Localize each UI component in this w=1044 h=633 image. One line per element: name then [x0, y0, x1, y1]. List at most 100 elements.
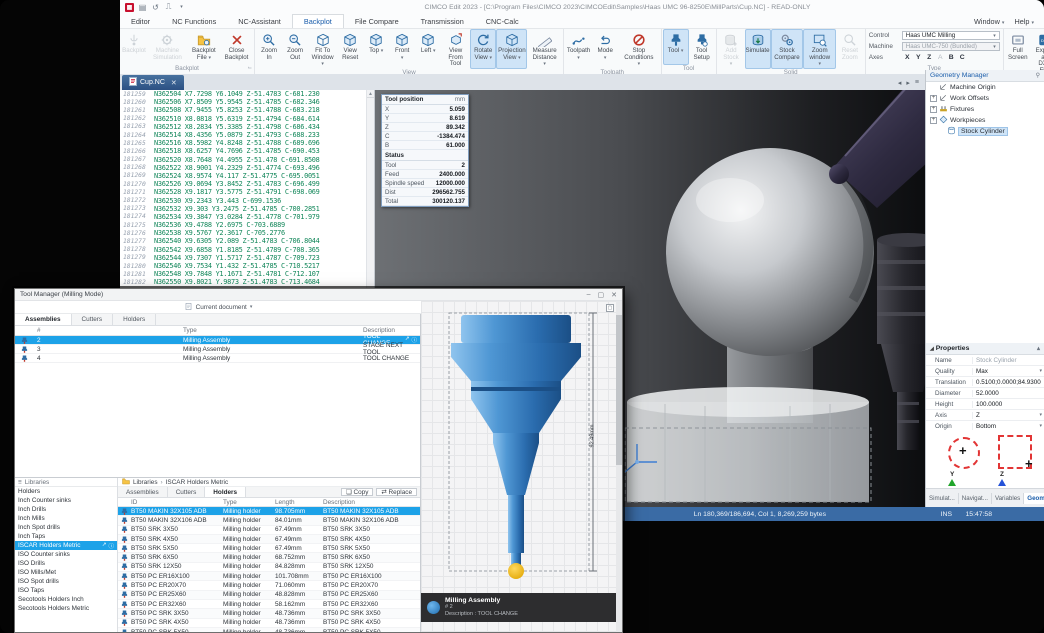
axis-toggle-b[interactable]: B — [946, 54, 957, 61]
library-item-iso-spot-drills[interactable]: ISO Spot drills — [15, 577, 117, 586]
code-line[interactable]: 181279N362544 X9.7307 Y1.5717 Z-51.4787 … — [120, 254, 374, 262]
axis-toggle-z[interactable]: Z — [924, 54, 935, 61]
code-line[interactable]: 181281N362548 X9.7848 Y1.1671 Z-51.4781 … — [120, 270, 374, 278]
ribbon-button-full-screen[interactable]: Full Screen — [1005, 29, 1031, 74]
holders-tab-assemblies[interactable]: Assemblies — [118, 487, 168, 497]
breadcrumb[interactable]: Libraries › ISCAR Holders Metric — [118, 478, 420, 487]
code-line[interactable]: 181282N362550 X9.8021 Y.9873 Z-51.4783 C… — [120, 278, 374, 286]
library-item-inch-counter-sinks[interactable]: Inch Counter sinks — [15, 496, 117, 505]
code-line[interactable]: 181261N362508 X7.9455 Y5.8253 Z-51.4788 … — [120, 106, 374, 114]
properties-header[interactable]: ◢ Properties ▴ — [926, 343, 1044, 355]
holder-row[interactable]: BT50 PC ER32X60Milling holder58.162mmBT5… — [118, 600, 420, 609]
save-icon[interactable]: ▤ — [138, 3, 147, 12]
tree-item-fixtures[interactable]: +Fixtures — [926, 104, 1044, 115]
holder-row[interactable]: BT50 SRK 6X50Milling holder68.752mmBT50 … — [118, 553, 420, 562]
ribbon-button-zoom-window[interactable]: Zoom window ▾ — [803, 29, 836, 69]
code-line[interactable]: 181267N362520 X8.7648 Y4.4955 Z-51.478 C… — [120, 156, 374, 164]
library-item-iso-taps[interactable]: ISO Taps — [15, 586, 117, 595]
holder-row[interactable]: BT50 PC SRK 3X50Milling holder48.736mmBT… — [118, 609, 420, 618]
menu-tab-backplot[interactable]: Backplot — [292, 14, 344, 28]
code-line[interactable]: 181266N362518 X8.6257 Y4.7696 Z-51.4785 … — [120, 147, 374, 155]
tm-tab-holders[interactable]: Holders — [113, 314, 156, 325]
tree-item-work-offsets[interactable]: +Work Offsets — [926, 93, 1044, 104]
ribbon-button-zoom-out[interactable]: Zoom Out — [282, 29, 308, 69]
scroll-up-icon[interactable]: ▲ — [367, 90, 374, 98]
library-item-inch-drills[interactable]: Inch Drills — [15, 505, 117, 514]
scroll-up-icon[interactable]: ▴ — [1037, 345, 1040, 352]
ribbon-button-zoom-in[interactable]: Zoom In — [256, 29, 282, 69]
document-tab[interactable]: Cup.NC ✕ — [122, 75, 184, 90]
holders-tab-cutters[interactable]: Cutters — [168, 487, 206, 497]
control-select[interactable]: Haas UMC Milling▾ — [902, 31, 1000, 40]
library-item-iso-counter-sinks[interactable]: ISO Counter sinks — [15, 550, 117, 559]
tab-menu-icon[interactable]: ≡ — [915, 79, 919, 87]
holder-row[interactable]: BT50 SRK 4X50Milling holder67.49mmBT50 S… — [118, 535, 420, 544]
ribbon-button-stock-compare[interactable]: Stock Compare — [771, 29, 804, 69]
tool-manager-title-bar[interactable]: Tool Manager (Milling Mode) – ▢ ✕ — [15, 289, 622, 301]
ribbon-button-tool-setup[interactable]: Tool Setup — [689, 29, 715, 65]
caret-down-icon[interactable]: ▾ — [177, 3, 186, 12]
library-item-secotools-holders-metric[interactable]: Secotools Holders Metric — [15, 604, 117, 613]
holders-tab-holders[interactable]: Holders — [205, 487, 246, 497]
holder-row[interactable]: BT50 PC ER16X100Milling holder101.708mmB… — [118, 572, 420, 581]
code-line[interactable]: 181273N362532 X9.303 Y3.2475 Z-51.4785 C… — [120, 205, 374, 213]
ribbon-button-simulate[interactable]: Simulate — [745, 29, 771, 69]
library-item-iso-drills[interactable]: ISO Drills — [15, 559, 117, 568]
code-line[interactable]: 181276N362538 X9.5767 Y2.3617 C-705.2776 — [120, 229, 374, 237]
tm-tab-cutters[interactable]: Cutters — [72, 314, 114, 325]
tree-item-workpieces[interactable]: +Workpieces — [926, 115, 1044, 126]
ribbon-button-tool[interactable]: Tool ▾ — [663, 29, 689, 65]
ribbon-button-top[interactable]: Top ▾ — [363, 29, 389, 69]
code-line[interactable]: 181259N362504 X7.7298 Y6.1049 Z-51.4783 … — [120, 90, 374, 98]
property-row-axis[interactable]: AxisZ▾ — [926, 410, 1044, 421]
holder-row[interactable]: BT50 SRK 12X50Milling holder84.828mmBT50… — [118, 563, 420, 572]
tool-preview-viewport[interactable]: ▢ — [421, 301, 622, 632]
menu-tab-nc-assistant[interactable]: NC-Assistant — [227, 14, 292, 28]
property-row-translation[interactable]: Translation0.5100;0.0000;84.9300 — [926, 377, 1044, 388]
tab-scroll-right-icon[interactable]: ▸ — [906, 79, 910, 87]
copy-button[interactable]: ❏ Copy — [341, 488, 373, 496]
expand-icon[interactable]: + — [930, 95, 937, 102]
close-tab-icon[interactable]: ✕ — [171, 79, 177, 87]
axis-toggle-c[interactable]: C — [957, 54, 968, 61]
code-line[interactable]: 181272N362530 X9.2343 Y3.443 C-699.1536 — [120, 196, 374, 204]
menu-icon[interactable]: ≡ — [18, 479, 22, 486]
assembly-row[interactable]: 2Milling AssemblyTOOL CHANGE↗ⓘ — [15, 336, 420, 345]
holder-row[interactable]: BT50 MAKIN 32X106 ADBMilling holder84.01… — [118, 516, 420, 525]
ribbon-button-close-backplot[interactable]: Close Backplot — [220, 29, 253, 65]
ribbon-button-backplot-file[interactable]: Backplot File ▾ — [188, 29, 220, 65]
code-line[interactable]: 181264N362514 X8.4356 Y5.0879 Z-51.4793 … — [120, 131, 374, 139]
code-line[interactable]: 181278N362542 X9.6858 Y1.8185 Z-51.4789 … — [120, 246, 374, 254]
ribbon-button-view-from-tool[interactable]: View From Tool — [441, 29, 470, 69]
replace-button[interactable]: ⇄ Replace — [376, 488, 417, 496]
code-line[interactable]: 181275N362536 X9.4788 Y2.6975 C-703.6889 — [120, 221, 374, 229]
library-item-iso-mills-met[interactable]: ISO Mills/Met — [15, 568, 117, 577]
library-item-inch-taps[interactable]: Inch Taps — [15, 532, 117, 541]
code-line[interactable]: 181265N362516 X8.5982 Y4.8248 Z-51.4788 … — [120, 139, 374, 147]
dialog-launcher-icon[interactable]: ⌙ — [247, 65, 252, 71]
undo-icon[interactable]: ↺ — [151, 3, 160, 12]
ribbon-button-rotate-view[interactable]: Rotate View ▾ — [470, 29, 496, 69]
tree-item-machine-origin[interactable]: Machine Origin — [926, 82, 1044, 93]
tm-tab-assemblies[interactable]: Assemblies — [15, 314, 72, 325]
menu-tab-cnc-calc[interactable]: CNC-Calc — [475, 14, 530, 28]
holder-row[interactable]: BT50 MAKIN 32X105 ADBMilling holder98.70… — [118, 507, 420, 516]
axis-toggle-x[interactable]: X — [902, 54, 913, 61]
menu-tab-nc-functions[interactable]: NC Functions — [161, 14, 227, 28]
property-row-name[interactable]: NameStock Cylinder — [926, 355, 1044, 366]
maximize-icon[interactable]: ▢ — [598, 291, 605, 299]
ribbon-button-stop-conditions[interactable]: Stop Conditions ▾ — [618, 29, 659, 69]
assembly-row[interactable]: 3Milling AssemblySTAGE NEXT TOOL — [15, 345, 420, 354]
ribbon-button-projection-view[interactable]: Projection View ▾ — [496, 29, 527, 69]
holder-row[interactable]: BT50 PC ER25X60Milling holder48.828mmBT5… — [118, 591, 420, 600]
ribbon-button-mode[interactable]: Mode ▾ — [592, 29, 618, 69]
close-icon[interactable]: ✕ — [611, 291, 617, 299]
library-item-iscar-holders-metric[interactable]: ISCAR Holders Metric↗ⓘ — [15, 541, 117, 550]
code-line[interactable]: 181260N362506 X7.8509 Y5.9545 Z-51.4785 … — [120, 98, 374, 106]
ribbon-button-left[interactable]: Left ▾ — [415, 29, 441, 69]
print-icon[interactable]: ⎍ — [164, 3, 173, 12]
holder-row[interactable]: BT50 PC SRK 5X50Milling holder48.736mmBT… — [118, 628, 420, 632]
ribbon-button-measure-distance[interactable]: Measure Distance ▾ — [527, 29, 562, 69]
ribbon-button-toolpath[interactable]: Toolpath ▾ — [565, 29, 592, 69]
code-line[interactable]: 181271N362528 X9.1817 Y3.5775 Z-51.4791 … — [120, 188, 374, 196]
